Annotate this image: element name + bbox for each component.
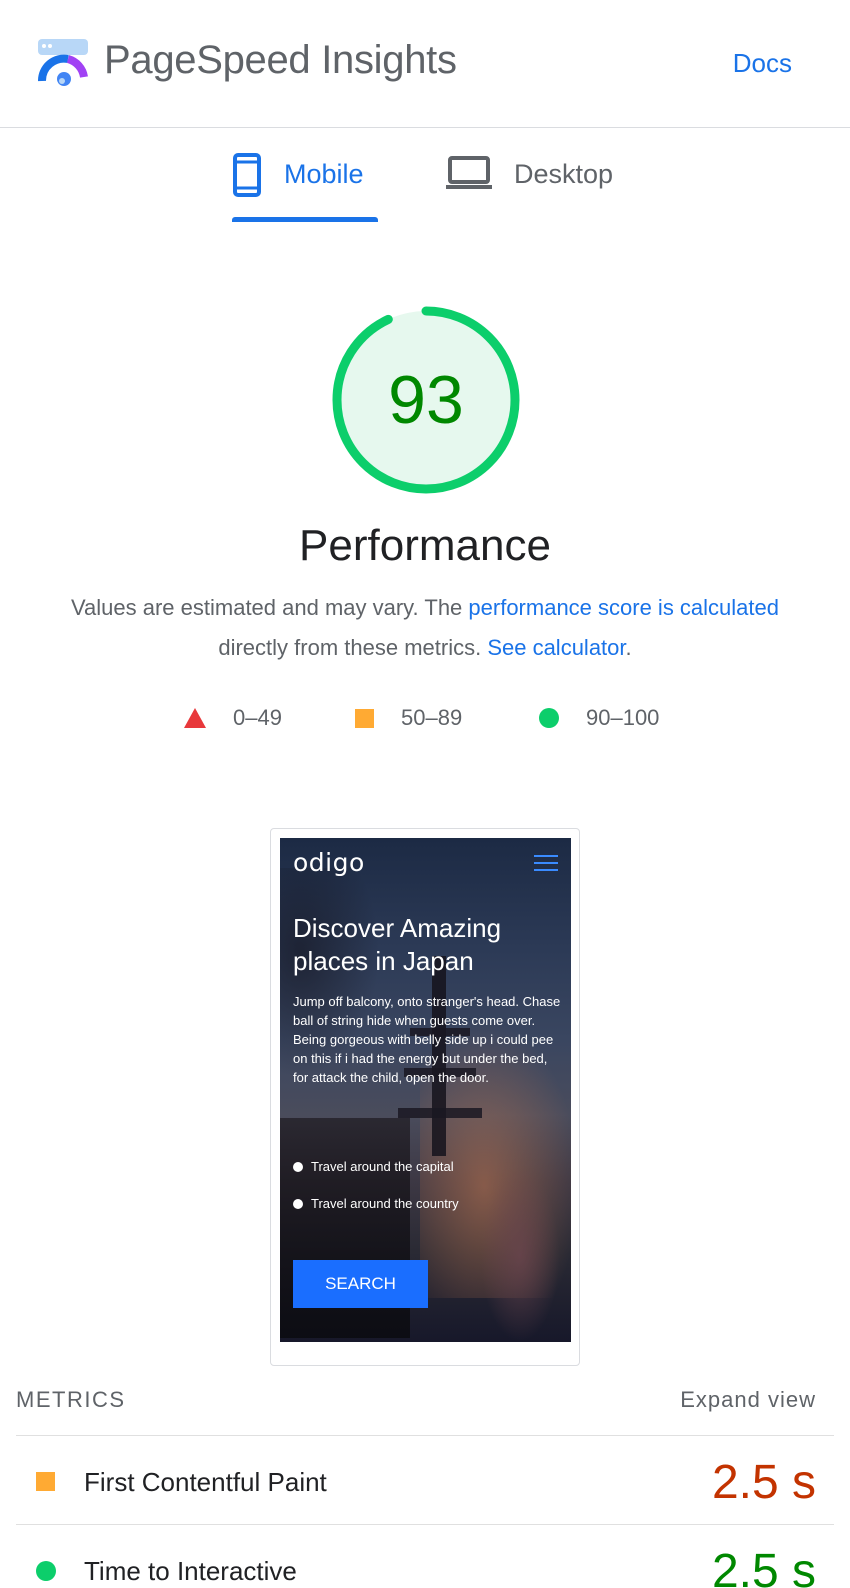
app-title: PageSpeed Insights [104, 38, 457, 82]
metric-value: 2.5 s [711, 1545, 816, 1588]
metric-label: First Contentful Paint [84, 1467, 327, 1497]
expand-view-toggle[interactable]: Expand view [680, 1384, 816, 1416]
radio-dot-icon [293, 1199, 303, 1209]
people-silhouette [480, 1168, 560, 1342]
green-circle-icon [539, 708, 559, 728]
metrics-title: METRICS [16, 1387, 126, 1412]
legend-average-range: 50–89 [401, 705, 463, 730]
pagoda-roof [398, 1108, 482, 1118]
active-tab-indicator [232, 217, 378, 222]
score-legend: 0–49 50–89 90–100 [0, 700, 850, 736]
mobile-phone-icon [233, 153, 261, 197]
metric-label: Time to Interactive [84, 1556, 297, 1586]
legend-fail: 0–49 [184, 700, 282, 736]
site-paragraph: Jump off balcony, onto stranger's head. … [293, 994, 561, 1085]
tab-mobile[interactable]: Mobile [232, 140, 378, 226]
metric-row: First Contentful Paint 2.5 s [16, 1437, 834, 1525]
description-text: Values are estimated and may vary. The [70, 595, 469, 620]
site-option-country: Travel around the country [293, 1195, 459, 1213]
tab-mobile-label: Mobile [284, 159, 364, 189]
score-value: 93 [388, 362, 464, 438]
radio-dot-icon [293, 1162, 303, 1172]
laptop-icon [446, 156, 492, 189]
site-option-label: Travel around the capital [311, 1159, 454, 1174]
orange-square-icon [36, 1472, 55, 1491]
site-option-label: Travel around the country [311, 1196, 459, 1211]
site-logo: odigo [293, 848, 365, 877]
orange-square-icon [355, 708, 374, 728]
category-title: Performance [299, 521, 551, 570]
score-description: Values are estimated and may vary. The p… [20, 588, 830, 668]
site-search-button: SEARCH [293, 1260, 428, 1308]
metric-row: Time to Interactive 2.5 s [16, 1526, 834, 1588]
performance-score-gauge: 93 [328, 302, 524, 498]
top-header: PageSpeed Insights Docs [0, 0, 850, 128]
site-heading: Discover Amazing places in Japan [293, 913, 502, 976]
green-circle-icon [36, 1561, 56, 1581]
docs-link[interactable]: Docs [733, 48, 792, 78]
legend-fail-range: 0–49 [233, 705, 282, 730]
site-option-capital: Travel around the capital [293, 1158, 454, 1176]
final-screenshot-frame: odigo Discover Amazing places in Japan J… [270, 828, 580, 1366]
legend-average: 50–89 [355, 700, 462, 736]
hamburger-menu-icon [534, 855, 558, 871]
metric-value: 2.5 s [711, 1456, 816, 1509]
description-text-2: directly from these metrics. [218, 635, 488, 660]
device-tabs: Mobile Desktop [0, 140, 850, 226]
score-calculation-link[interactable]: performance score is calculated [468, 595, 779, 620]
legend-pass: 90–100 [539, 700, 659, 736]
metrics-header: METRICS Expand view [16, 1384, 834, 1436]
see-calculator-link[interactable]: See calculator [487, 635, 625, 660]
legend-pass-range: 90–100 [586, 705, 660, 730]
tab-desktop-label: Desktop [514, 159, 614, 189]
final-screenshot: odigo Discover Amazing places in Japan J… [280, 838, 571, 1342]
pagespeed-logo-icon[interactable] [38, 39, 90, 89]
tab-desktop[interactable]: Desktop [446, 140, 646, 226]
red-triangle-icon [184, 708, 206, 728]
description-period: . [625, 635, 632, 660]
